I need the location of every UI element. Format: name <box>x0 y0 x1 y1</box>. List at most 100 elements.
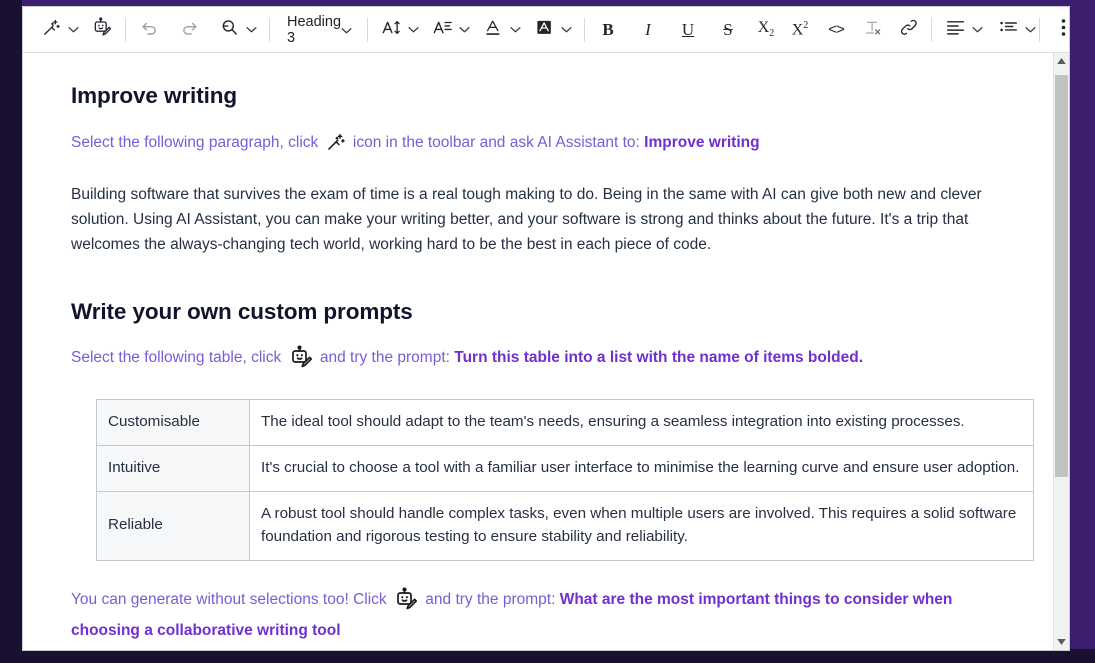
italic-button[interactable]: I <box>634 15 662 45</box>
list-button[interactable] <box>994 15 1022 45</box>
chevron-down-icon <box>341 21 352 39</box>
line-height-icon <box>432 18 453 42</box>
bold-button[interactable]: B <box>594 15 622 45</box>
hint2-mid-text: and try the prompt: <box>320 349 450 366</box>
hint3-pre-text: You can generate without selections too!… <box>71 591 387 608</box>
hint-improve-writing: Select the following paragraph, click ic… <box>71 131 1013 160</box>
remove-format-icon <box>863 18 882 42</box>
ai-wand-icon <box>42 18 61 42</box>
ai-robot-pencil-icon[interactable] <box>394 587 418 619</box>
table-cell-value: The ideal tool should adapt to the team'… <box>250 400 1034 446</box>
kebab-menu-icon <box>1061 18 1066 42</box>
toolbar-separator-6 <box>1039 18 1040 42</box>
paragraph-style-value: Heading 3 <box>287 14 341 46</box>
superscript-button[interactable]: X2 <box>786 15 814 45</box>
hint2-pre-text: Select the following table, click <box>71 349 281 366</box>
remove-format-button[interactable] <box>858 15 886 45</box>
toolbar-group-paragraph <box>941 15 1039 45</box>
editor-window: Heading 3 <box>22 6 1070 651</box>
document-body[interactable]: Improve writing Select the following par… <box>23 53 1053 650</box>
find-replace-dropdown[interactable] <box>243 15 260 45</box>
font-color-button[interactable] <box>479 15 507 45</box>
superscript-icon: X2 <box>792 20 809 39</box>
list-dropdown[interactable] <box>1022 15 1039 45</box>
paragraph-improve-writing: Building software that survives the exam… <box>71 182 1013 257</box>
ai-robot-pencil-icon[interactable] <box>289 345 313 377</box>
ai-generate-button[interactable] <box>88 15 116 45</box>
hint-prompt-text: Improve writing <box>644 134 759 151</box>
heading-improve-writing: Improve writing <box>71 83 1013 109</box>
scroll-thumb[interactable] <box>1055 75 1068 477</box>
ai-robot-pencil-icon <box>92 17 112 42</box>
window-left-gutter <box>0 0 22 663</box>
align-dropdown[interactable] <box>969 15 986 45</box>
link-button[interactable] <box>894 15 922 45</box>
highlight-color-dropdown[interactable] <box>558 15 575 45</box>
table-cell-key: Customisable <box>97 400 250 446</box>
align-button[interactable] <box>941 15 969 45</box>
more-options-button[interactable] <box>1049 15 1070 45</box>
toolbar-separator-4 <box>584 18 585 42</box>
undo-button[interactable] <box>135 15 163 45</box>
subscript-icon: X2 <box>758 19 775 39</box>
font-size-button[interactable] <box>377 15 405 45</box>
toolbar-group-font <box>377 15 575 45</box>
line-height-button[interactable] <box>428 15 456 45</box>
toolbar-separator-2 <box>269 18 270 42</box>
font-size-dropdown[interactable] <box>405 15 422 45</box>
underline-button[interactable]: U <box>674 15 702 45</box>
window-bottom-strip <box>0 649 1095 663</box>
scroll-up-button[interactable] <box>1054 53 1069 69</box>
highlight-color-button[interactable] <box>530 15 558 45</box>
italic-icon: I <box>645 20 651 40</box>
table-cell-value: A robust tool should handle complex task… <box>250 491 1034 560</box>
paragraph-style-select[interactable]: Heading 3 <box>279 15 358 45</box>
ai-assistant-dropdown[interactable] <box>65 15 82 45</box>
line-height-dropdown[interactable] <box>456 15 473 45</box>
strikethrough-button[interactable]: S <box>714 15 742 45</box>
find-replace-icon <box>220 18 239 42</box>
redo-icon <box>180 18 199 42</box>
undo-icon <box>140 18 159 42</box>
table-row[interactable]: Reliable A robust tool should handle com… <box>97 491 1034 560</box>
hint-mid-text: icon in the toolbar and ask AI Assistant… <box>353 134 640 151</box>
highlight-color-icon <box>535 18 554 42</box>
hint3-mid-text: and try the prompt: <box>425 591 555 608</box>
heading-custom-prompts: Write your own custom prompts <box>71 299 1013 325</box>
ai-wand-icon[interactable] <box>326 132 346 160</box>
code-icon: <> <box>828 22 844 37</box>
toolbar-group-history <box>135 15 260 45</box>
hint-generate-without-selection: You can generate without selections too!… <box>71 587 1013 644</box>
ai-assistant-button[interactable] <box>37 15 65 45</box>
subscript-button[interactable]: X2 <box>752 15 780 45</box>
toolbar-group-style: B I U S X2 X2 <> <box>594 15 922 45</box>
hint-custom-prompts: Select the following table, click and tr… <box>71 345 1013 377</box>
strikethrough-icon: S <box>723 20 732 40</box>
table-row[interactable]: Customisable The ideal tool should adapt… <box>97 400 1034 446</box>
redo-button[interactable] <box>175 15 203 45</box>
content-wrapper: Improve writing Select the following par… <box>23 53 1069 650</box>
editor-toolbar: Heading 3 <box>23 7 1069 53</box>
font-size-icon <box>381 18 402 42</box>
scroll-down-button[interactable] <box>1054 634 1069 650</box>
hint-pre-text: Select the following paragraph, click <box>71 134 318 151</box>
toolbar-separator-1 <box>125 18 126 42</box>
font-color-icon <box>484 18 503 42</box>
hint2-prompt-text: Turn this table into a list with the nam… <box>454 349 863 366</box>
link-icon <box>899 18 918 42</box>
toolbar-separator-5 <box>931 18 932 42</box>
toolbar-group-ai <box>37 15 116 45</box>
font-color-dropdown[interactable] <box>507 15 524 45</box>
bulleted-list-icon <box>999 19 1018 40</box>
vertical-scrollbar[interactable] <box>1053 53 1069 650</box>
bold-icon: B <box>602 20 613 40</box>
find-replace-button[interactable] <box>215 15 243 45</box>
code-button[interactable]: <> <box>822 15 850 45</box>
table-cell-key: Reliable <box>97 491 250 560</box>
table-row[interactable]: Intuitive It's crucial to choose a tool … <box>97 446 1034 492</box>
table-cell-key: Intuitive <box>97 446 250 492</box>
features-table[interactable]: Customisable The ideal tool should adapt… <box>96 399 1034 560</box>
align-left-icon <box>946 19 965 40</box>
toolbar-separator-3 <box>367 18 368 42</box>
underline-icon: U <box>682 20 694 40</box>
